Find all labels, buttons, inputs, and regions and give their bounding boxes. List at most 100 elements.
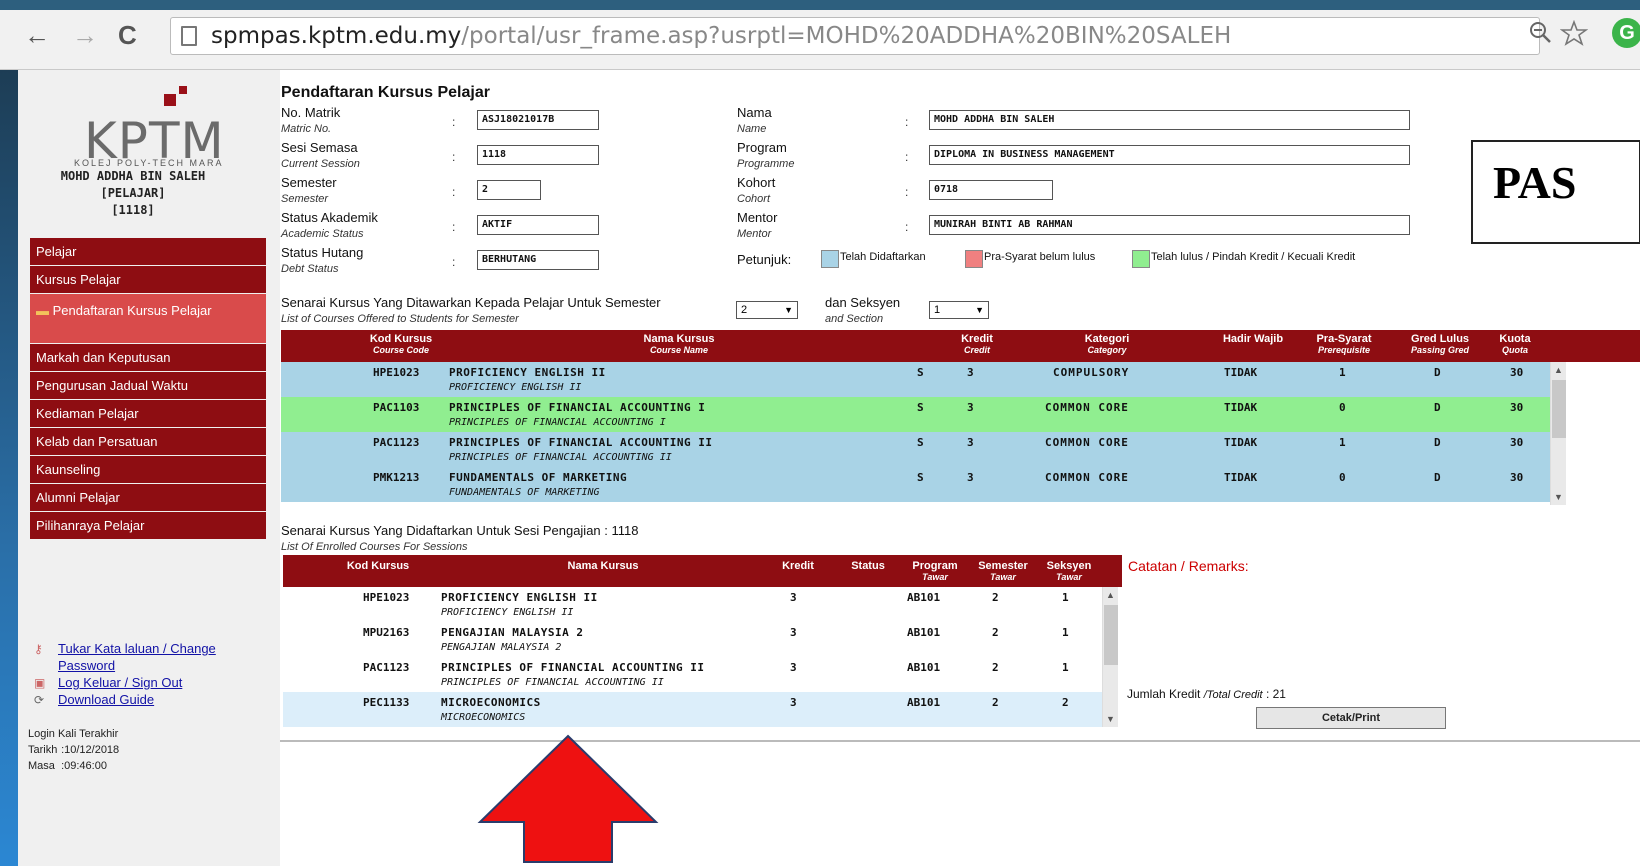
table-row[interactable]: HPE1023 PROFICIENCY ENGLISH II PROFICIENCY… <box>281 362 1550 397</box>
user-name: MOHD ADDHA BIN SALEH <box>60 169 206 183</box>
course-name-en: FUNDAMENTALS OF MARKETING <box>449 487 600 498</box>
col-status: Status <box>851 560 885 572</box>
course-credit: 3 <box>967 436 974 449</box>
course-program: AB101 <box>907 626 941 639</box>
sidebar-item-pilihanraya[interactable]: Pilihanraya Pelajar <box>30 512 266 540</box>
download-icon: ⟳ <box>34 693 45 707</box>
sidebar-item-label: Pendaftaran Kursus Pelajar <box>52 303 212 318</box>
enrolled-scrollbar[interactable]: ▲ ▼ <box>1102 587 1118 727</box>
course-code: PAC1103 <box>373 401 420 414</box>
akademik-field: AKTIF <box>477 215 599 235</box>
print-button[interactable]: Cetak/Print <box>1256 707 1446 729</box>
legend-swatch-prereq <box>965 250 983 268</box>
table-row[interactable]: PAC1123 PRINCIPLES OF FINANCIAL ACCOUNTIN… <box>283 657 1102 692</box>
download-guide-link[interactable]: Download Guide <box>58 692 154 707</box>
course-name: PENGAJIAN MALAYSIA 2 <box>441 626 584 639</box>
sidebar-item-markah[interactable]: Markah dan Keputusan <box>30 344 266 372</box>
kptm-logo: KPTM KOLEJ POLY-TECH MARA <box>74 86 264 172</box>
table-row[interactable]: PAC1123 PRINCIPLES OF FINANCIAL ACCOUNTIN… <box>281 432 1550 467</box>
scroll-up-icon[interactable]: ▲ <box>1554 365 1563 375</box>
course-prereq: 1 <box>1339 436 1346 449</box>
sidebar-item-alumni[interactable]: Alumni Pelajar <box>30 484 266 512</box>
sidebar-item-pendaftaran-kursus[interactable]: ▬ Pendaftaran Kursus Pelajar <box>30 294 266 344</box>
sidebar-item-kursus-pelajar[interactable]: Kursus Pelajar <box>30 266 266 294</box>
sidebar-item-kediaman[interactable]: Kediaman Pelajar <box>30 400 266 428</box>
matrik-label: No. Matrik Matric No. <box>281 105 341 135</box>
offered-scrollbar[interactable]: ▲ ▼ <box>1550 362 1566 505</box>
colon: : <box>452 185 456 199</box>
change-password-link-2[interactable]: Password <box>58 658 115 673</box>
scroll-thumb[interactable] <box>1104 605 1118 665</box>
course-code: PMK1213 <box>373 471 420 484</box>
course-name-en: PENGAJIAN MALAYSIA 2 <box>441 642 562 653</box>
sidebar-item-jadual[interactable]: Pengurusan Jadual Waktu <box>30 372 266 400</box>
logout-icon: ▣ <box>34 676 46 690</box>
course-type: S <box>917 401 924 414</box>
user-role: [PELAJAR] <box>100 186 166 200</box>
col-credit: Kredit <box>782 560 814 572</box>
offered-heading: Senarai Kursus Yang Ditawarkan Kepada Pe… <box>281 295 661 325</box>
main-content: Pendaftaran Kursus Pelajar No. Matrik Mat… <box>280 70 1640 866</box>
change-password-link[interactable]: Tukar Kata laluan / Change <box>58 641 216 656</box>
course-code: HPE1023 <box>373 366 420 379</box>
extension-icon[interactable]: G <box>1612 18 1640 48</box>
course-mandatory: TIDAK <box>1224 366 1258 379</box>
course-quota: 30 <box>1510 471 1524 484</box>
sidebar-item-kaunseling[interactable]: Kaunseling <box>30 456 266 484</box>
kohort-label: Kohort Cohort <box>737 175 776 205</box>
table-row[interactable]: PMK1213 FUNDAMENTALS OF MARKETING FUNDAMEN… <box>281 467 1550 502</box>
scroll-down-icon[interactable]: ▼ <box>1106 714 1115 724</box>
semester-select[interactable]: 2 ▼ <box>736 301 798 319</box>
time-label: Masa <box>28 760 55 772</box>
course-type: S <box>917 366 924 379</box>
forward-icon[interactable]: → <box>72 20 98 51</box>
course-credit: 3 <box>967 471 974 484</box>
course-name-en: MICROECONOMICS <box>441 712 526 723</box>
nama-label: Nama Name <box>737 105 772 135</box>
sidebar-menu: Pelajar Kursus Pelajar ▬ Pendaftaran Kur… <box>30 238 266 540</box>
col-section: Seksyen Tawar <box>1046 560 1092 583</box>
enrolled-table-header: Kod Kursus Nama Kursus Kredit Status Pro… <box>283 555 1122 587</box>
logout-link[interactable]: Log Keluar / Sign Out <box>58 675 182 690</box>
table-row[interactable]: HPE1023 PROFICIENCY ENGLISH II PROFICIENCY… <box>283 587 1102 622</box>
back-icon[interactable]: ← <box>24 20 50 51</box>
program-label: Program Programme <box>737 140 795 170</box>
user-info: MOHD ADDHA BIN SALEH [PELAJAR] [1118] <box>18 168 248 219</box>
course-name: MICROECONOMICS <box>441 696 541 709</box>
legend-registered: Telah Didaftarkan <box>840 251 926 263</box>
user-session: [1118] <box>111 203 155 217</box>
address-bar[interactable]: spmpas.kptm.edu.my/portal/usr_frame.asp?… <box>170 17 1540 55</box>
course-credit: 3 <box>790 591 797 604</box>
col-credit: Kredit Credit <box>961 333 993 356</box>
section-select[interactable]: 1 ▼ <box>929 301 989 319</box>
course-semester: 2 <box>992 626 999 639</box>
table-row[interactable]: MPU2163 PENGAJIAN MALAYSIA 2 PENGAJIAN MAL… <box>283 622 1102 657</box>
sidebar-item-pelajar[interactable]: Pelajar <box>30 238 266 266</box>
scroll-up-icon[interactable]: ▲ <box>1106 590 1115 600</box>
star-icon[interactable] <box>1559 19 1589 53</box>
matrik-field: ASJ18021017B <box>477 110 599 130</box>
table-row[interactable]: PAC1103 PRINCIPLES OF FINANCIAL ACCOUNTIN… <box>281 397 1550 432</box>
col-semester: Semester Tawar <box>978 560 1028 583</box>
sesi-field: 1118 <box>477 145 599 165</box>
scroll-thumb[interactable] <box>1552 380 1566 438</box>
colon: : <box>452 220 456 234</box>
chevron-down-icon: ▼ <box>975 305 984 315</box>
enrolled-heading: Senarai Kursus Yang Didaftarkan Untuk Se… <box>281 523 639 553</box>
section-select-value: 1 <box>934 304 941 316</box>
page-title: Pendaftaran Kursus Pelajar <box>281 84 490 101</box>
key-icon: ⚷ <box>34 642 43 656</box>
browser-toolbar: ← → C spmpas.kptm.edu.my/portal/usr_fram… <box>0 0 1640 70</box>
nama-field: MOHD ADDHA BIN SALEH <box>929 110 1410 130</box>
remarks-label: Catatan / Remarks: <box>1128 558 1249 574</box>
course-program: AB101 <box>907 591 941 604</box>
scroll-down-icon[interactable]: ▼ <box>1554 492 1563 502</box>
reload-icon[interactable]: C <box>118 20 137 51</box>
course-grade: D <box>1434 436 1441 449</box>
course-code: MPU2163 <box>363 626 410 639</box>
sidebar-item-kelab[interactable]: Kelab dan Persatuan <box>30 428 266 456</box>
colon: : <box>452 115 456 129</box>
table-row[interactable]: PEC1133 MICROECONOMICS MICROECONOMICS 3 AB10… <box>283 692 1102 727</box>
course-quota: 30 <box>1510 401 1524 414</box>
zoom-icon[interactable] <box>1528 20 1556 51</box>
